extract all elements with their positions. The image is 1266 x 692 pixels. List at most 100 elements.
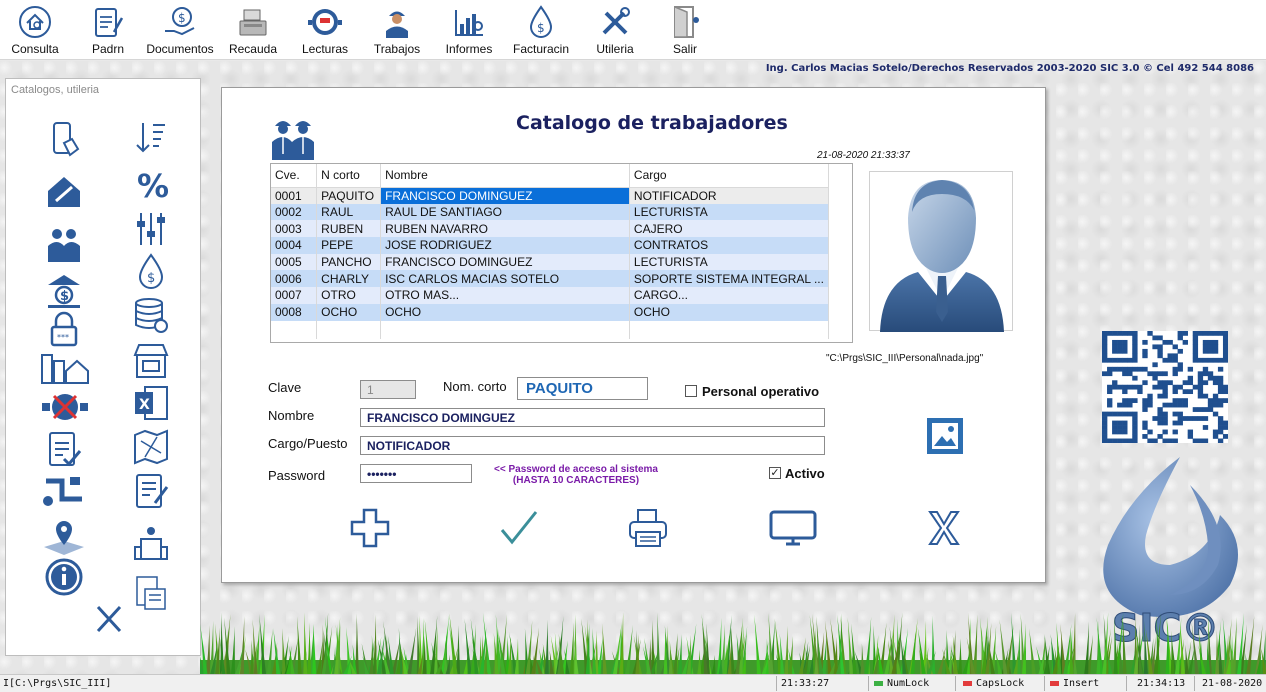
close-icon [928, 511, 960, 545]
pipes-icon[interactable] [40, 471, 88, 511]
building-pin-icon[interactable] [131, 523, 171, 563]
toolbar-facturacion-button[interactable]: $ Facturacin [512, 4, 570, 58]
table-cell-corto[interactable]: CHARLY [316, 270, 382, 288]
workers-grid[interactable]: Cve. N corto Nombre Cargo 0001 PAQUITO FRA… [270, 163, 853, 343]
document-list-icon[interactable] [131, 573, 171, 613]
sliders-icon[interactable] [131, 209, 171, 249]
table-row[interactable]: 0007 OTRO OTRO MAS... CARGO... [271, 287, 830, 304]
toolbar-lecturas-button[interactable]: Lecturas [300, 4, 350, 58]
database-icon[interactable] [131, 295, 171, 335]
house-tools-icon[interactable] [44, 171, 84, 211]
workers-icon [272, 121, 314, 160]
table-cell-nombre[interactable]: RUBEN NAVARRO [380, 220, 630, 238]
table-cell-cve[interactable]: 0001 [271, 187, 318, 204]
toolbar-padron-button[interactable]: Padrn [88, 4, 128, 58]
table-cell-nombre[interactable]: ISC CARLOS MACIAS SOTELO [380, 270, 630, 288]
table-cell-corto[interactable]: RUBEN [316, 220, 382, 238]
status-divider [1194, 676, 1195, 691]
water-drop-dollar-icon[interactable]: $ [131, 251, 171, 291]
table-cell-cargo[interactable]: CAJERO [629, 220, 830, 238]
table-row[interactable]: 0003 RUBEN RUBEN NAVARRO CAJERO [271, 220, 830, 238]
toolbar-trabajos-button[interactable]: Trabajos [372, 4, 422, 58]
table-row[interactable]: 0001 PAQUITO FRANCISCO DOMINGUEZ NOTIFICADO… [271, 187, 830, 204]
table-cell-corto[interactable]: PEPE [316, 237, 382, 254]
table-cell-nombre[interactable]: JOSE RODRIGUEZ [380, 237, 630, 254]
toolbar-informes-button[interactable]: Informes [444, 4, 494, 58]
table-cell-nombre[interactable]: OTRO MAS... [380, 287, 630, 304]
table-cell-nombre[interactable]: OCHO [380, 303, 630, 321]
save-button[interactable] [496, 506, 540, 550]
table-cell-cargo[interactable]: SOPORTE SISTEMA INTEGRAL ... [629, 270, 830, 288]
table-cell-cve[interactable]: 0006 [271, 270, 318, 288]
activo-checkbox[interactable]: ✓ [769, 467, 781, 479]
table-cell-cve[interactable]: 0003 [271, 220, 318, 238]
password-field[interactable]: ••••••• [360, 464, 472, 483]
table-cell-cargo[interactable]: LECTURISTA [629, 253, 830, 271]
checklist-icon[interactable] [44, 429, 84, 469]
column-header-cargo[interactable]: Cargo [629, 164, 830, 188]
table-row[interactable]: 0008 OCHO OCHO OCHO [271, 303, 830, 321]
table-row[interactable]: 0005 PANCHO FRANCISCO DOMINGUEZ LECTURISTA [271, 253, 830, 271]
table-cell-cargo[interactable]: CARGO... [629, 287, 830, 304]
table-row[interactable]: 0002 RAUL RAUL DE SANTIAGO LECTURISTA [271, 203, 830, 221]
table-cell-cve[interactable]: 0007 [271, 287, 318, 304]
toolbar-salir-button[interactable]: Salir [660, 4, 710, 58]
personal-operativo-checkbox[interactable] [685, 385, 697, 397]
phone-touch-icon[interactable] [44, 119, 84, 159]
meter-cancel-icon[interactable] [40, 387, 90, 427]
cash-register-icon [239, 9, 267, 36]
table-cell-corto[interactable]: PANCHO [316, 253, 382, 271]
toolbar-documentos-button[interactable]: $ Documentos [146, 4, 214, 58]
status-divider [1044, 676, 1045, 691]
table-cell-nombre[interactable]: FRANCISCO DOMINGUEZ [380, 187, 630, 204]
toolbar-consulta-button[interactable]: Consulta [10, 4, 60, 58]
nombre-field[interactable]: FRANCISCO DOMINGUEZ [360, 408, 825, 427]
table-row[interactable]: 0006 CHARLY ISC CARLOS MACIAS SOTELO SOPORT… [271, 270, 830, 288]
store-icon[interactable] [131, 341, 171, 381]
map-pin-icon[interactable] [40, 517, 88, 557]
city-houses-icon[interactable] [40, 347, 90, 387]
cargo-field[interactable]: NOTIFICADOR [360, 436, 825, 455]
table-cell-cargo[interactable]: OCHO [629, 303, 830, 321]
column-header-nombre[interactable]: Nombre [380, 164, 630, 188]
column-header-n-corto[interactable]: N corto [316, 164, 382, 188]
lock-icon[interactable]: *** [44, 309, 84, 349]
percent-icon[interactable]: % [131, 165, 171, 205]
monitor-icon [769, 510, 817, 546]
table-cell-cargo[interactable]: LECTURISTA [629, 203, 830, 221]
toolbar-recauda-button[interactable]: Recauda [228, 4, 278, 58]
change-photo-button[interactable] [925, 416, 965, 456]
column-header-cve[interactable]: Cve. [271, 164, 318, 188]
table-cell-cve[interactable]: 0005 [271, 253, 318, 271]
table-cell-nombre[interactable]: FRANCISCO DOMINGUEZ [380, 253, 630, 271]
svg-text:%: % [137, 167, 169, 205]
document-edit-icon[interactable] [131, 471, 171, 511]
close-button[interactable] [922, 506, 966, 550]
table-cell-cargo[interactable]: NOTIFICADOR [629, 187, 830, 204]
table-cell-corto[interactable]: PAQUITO [316, 187, 382, 204]
add-button[interactable] [348, 506, 392, 550]
table-cell-corto[interactable]: RAUL [316, 203, 382, 221]
bank-dollar-icon[interactable]: $ [44, 271, 84, 311]
table-row[interactable]: 0004 PEPE JOSE RODRIGUEZ CONTRATOS [271, 237, 830, 254]
map-icon[interactable] [131, 427, 171, 467]
table-cell-nombre[interactable]: RAUL DE SANTIAGO [380, 203, 630, 221]
close-panel-icon[interactable] [90, 599, 130, 639]
info-icon[interactable] [44, 557, 84, 597]
screen-preview-button[interactable] [768, 506, 818, 550]
toolbar-utileria-button[interactable]: Utileria [590, 4, 640, 58]
table-cell-cve[interactable]: 0008 [271, 303, 318, 321]
table-cell-cve[interactable]: 0002 [271, 203, 318, 221]
table-cell-cve[interactable]: 0004 [271, 237, 318, 254]
excel-icon[interactable]: X [131, 383, 171, 423]
numlock-label: NumLock [887, 678, 930, 689]
table-cell-corto[interactable]: OCHO [316, 303, 382, 321]
table-cell-cargo[interactable]: CONTRATOS [629, 237, 830, 254]
table-cell-corto[interactable]: OTRO [316, 287, 382, 304]
sort-list-icon[interactable] [131, 117, 171, 157]
workers-icon[interactable] [44, 224, 84, 264]
password-note-line-2: (HASTA 10 CARACTERES) [512, 475, 640, 486]
nom-corto-field[interactable]: PAQUITO [517, 377, 648, 400]
clave-field[interactable]: 1 [360, 380, 416, 399]
print-button[interactable] [626, 506, 670, 550]
